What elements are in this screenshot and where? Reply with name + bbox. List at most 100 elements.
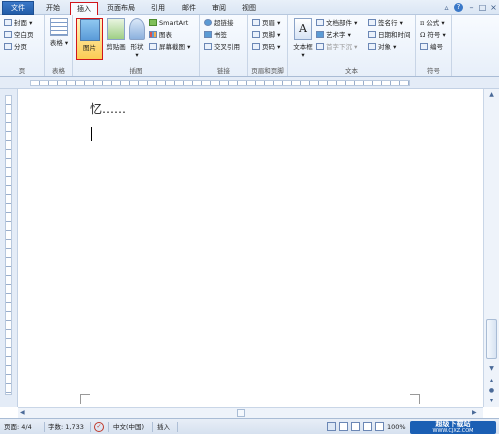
header-button[interactable]: 页眉 ▾ xyxy=(252,18,280,28)
group-table: 表格 ▾ 表格 xyxy=(45,15,73,76)
document-text[interactable]: 忆…… xyxy=(90,101,126,117)
tab-references[interactable]: 引用 xyxy=(145,2,171,15)
page-indicator[interactable]: 页面: 4/4 xyxy=(4,422,32,432)
scroll-up-icon[interactable]: ▲ xyxy=(486,91,497,100)
tab-page-layout[interactable]: 页面布局 xyxy=(102,2,140,15)
cross-reference-button[interactable]: 交叉引用 xyxy=(204,42,240,52)
page-number-button[interactable]: 页码 ▾ xyxy=(252,42,280,52)
quick-parts-icon xyxy=(316,19,324,26)
clipart-icon xyxy=(107,18,125,40)
hyperlink-button[interactable]: 超链接 xyxy=(204,18,234,28)
equation-button[interactable]: π 公式 ▾ xyxy=(420,18,445,28)
signature-line-icon xyxy=(368,19,376,26)
wordart-button[interactable]: 艺术字 ▾ xyxy=(316,30,351,40)
full-screen-view-icon[interactable] xyxy=(339,422,348,431)
next-page-icon[interactable]: ▾ xyxy=(486,397,497,406)
tab-view[interactable]: 视图 xyxy=(236,2,262,15)
help-icon[interactable]: ? xyxy=(454,3,463,12)
shapes-button[interactable]: 形状 ▾ xyxy=(128,18,146,59)
quick-parts-button[interactable]: 文档部件 ▾ xyxy=(316,18,357,28)
minimize-icon[interactable]: – xyxy=(467,3,476,12)
status-bar: 页面: 4/4 字数: 1,733 ✓ 中文(中国) 插入 100% 超级下载站… xyxy=(0,418,499,434)
tab-insert[interactable]: 插入 xyxy=(70,2,98,15)
scroll-left-icon[interactable]: ◀ xyxy=(20,409,28,417)
wordart-icon xyxy=(316,31,324,38)
page-break-button[interactable]: 分页 xyxy=(4,42,27,52)
picture-button[interactable]: 图片 xyxy=(76,18,103,60)
tab-mailings[interactable]: 邮件 xyxy=(176,2,202,15)
group-label-links: 链接 xyxy=(217,67,230,75)
close-icon[interactable]: × xyxy=(489,3,498,12)
page-number-icon xyxy=(252,43,260,50)
smartart-icon xyxy=(149,19,157,26)
page-break-icon xyxy=(4,43,12,50)
blank-page-icon xyxy=(4,31,12,38)
cross-reference-icon xyxy=(204,43,212,50)
bookmark-button[interactable]: 书签 xyxy=(204,30,227,40)
screenshot-icon xyxy=(149,43,157,50)
tab-home[interactable]: 开始 xyxy=(40,2,66,15)
cover-page-button[interactable]: 封面 ▾ xyxy=(4,18,32,28)
chart-icon xyxy=(149,31,157,38)
status-separator xyxy=(177,422,178,432)
textbox-icon: A xyxy=(294,18,312,40)
language-indicator[interactable]: 中文(中国) xyxy=(113,422,144,432)
margin-corner-right xyxy=(410,394,420,404)
smartart-button[interactable]: SmartArt xyxy=(149,18,188,28)
group-pages: 封面 ▾ 空白页 分页 页 xyxy=(0,15,45,76)
status-separator xyxy=(152,422,153,432)
vertical-ruler-scale xyxy=(5,95,12,395)
signature-line-button[interactable]: 签名行 ▾ xyxy=(368,18,403,28)
clipart-button[interactable]: 剪贴画 xyxy=(105,18,127,51)
browse-object-icon[interactable]: ● xyxy=(486,387,497,396)
draft-view-icon[interactable] xyxy=(375,422,384,431)
status-separator xyxy=(44,422,45,432)
tab-review[interactable]: 审阅 xyxy=(206,2,232,15)
vertical-scrollbar[interactable]: ▲ ▼ ▴ ● ▾ xyxy=(483,89,499,407)
minimize-ribbon-icon[interactable]: ▵ xyxy=(442,3,451,12)
drop-cap-button[interactable]: 首字下沉 ▾ xyxy=(316,42,357,52)
date-time-button[interactable]: 日期和时间 xyxy=(368,30,411,40)
footer-icon xyxy=(252,31,260,38)
scroll-down-icon[interactable]: ▼ xyxy=(486,365,497,374)
horizontal-thumb[interactable] xyxy=(237,409,245,417)
status-separator xyxy=(108,422,109,432)
proofing-icon[interactable]: ✓ xyxy=(94,422,104,432)
chart-button[interactable]: 图表 xyxy=(149,30,172,40)
textbox-button[interactable]: A 文本框 ▾ xyxy=(291,18,315,59)
ruler-scale xyxy=(30,80,410,86)
vertical-ruler[interactable] xyxy=(0,89,18,407)
horizontal-scrollbar[interactable]: ◀ ▶ xyxy=(18,407,483,418)
horizontal-ruler[interactable] xyxy=(0,77,499,89)
object-button[interactable]: 对象 ▾ xyxy=(368,42,396,52)
numbering-icon xyxy=(420,43,428,50)
numbering-button[interactable]: 编号 xyxy=(420,42,443,52)
group-illustrations: 图片 剪贴画 形状 ▾ SmartArt 图表 屏幕截图 ▾ 插图 xyxy=(73,15,200,76)
ribbon: 封面 ▾ 空白页 分页 页 表格 ▾ 表格 图片 剪贴画 形状 ▾ SmartA… xyxy=(0,15,499,77)
table-icon xyxy=(50,18,68,36)
document-page[interactable]: 忆…… xyxy=(18,89,483,407)
pi-icon: π xyxy=(420,19,425,27)
table-button[interactable]: 表格 ▾ xyxy=(48,18,70,47)
status-separator xyxy=(90,422,91,432)
drop-cap-icon xyxy=(316,43,324,50)
shapes-icon xyxy=(129,18,145,40)
scrollbar-thumb[interactable] xyxy=(486,319,497,359)
word-count[interactable]: 字数: 1,733 xyxy=(48,422,84,432)
symbol-button[interactable]: Ω 符号 ▾ xyxy=(420,30,446,40)
bookmark-icon xyxy=(204,31,212,38)
zoom-level[interactable]: 100% xyxy=(387,422,406,432)
restore-icon[interactable]: □ xyxy=(478,3,487,12)
margin-corner-left xyxy=(80,394,90,404)
print-layout-view-icon[interactable] xyxy=(327,422,336,431)
group-label-table: 表格 xyxy=(52,67,65,75)
footer-button[interactable]: 页脚 ▾ xyxy=(252,30,280,40)
tab-file[interactable]: 文件 xyxy=(2,1,34,15)
outline-view-icon[interactable] xyxy=(363,422,372,431)
insert-mode[interactable]: 插入 xyxy=(157,422,170,432)
blank-page-button[interactable]: 空白页 xyxy=(4,30,34,40)
web-layout-view-icon[interactable] xyxy=(351,422,360,431)
scroll-right-icon[interactable]: ▶ xyxy=(472,409,480,417)
previous-page-icon[interactable]: ▴ xyxy=(486,377,497,386)
screenshot-button[interactable]: 屏幕截图 ▾ xyxy=(149,42,190,52)
